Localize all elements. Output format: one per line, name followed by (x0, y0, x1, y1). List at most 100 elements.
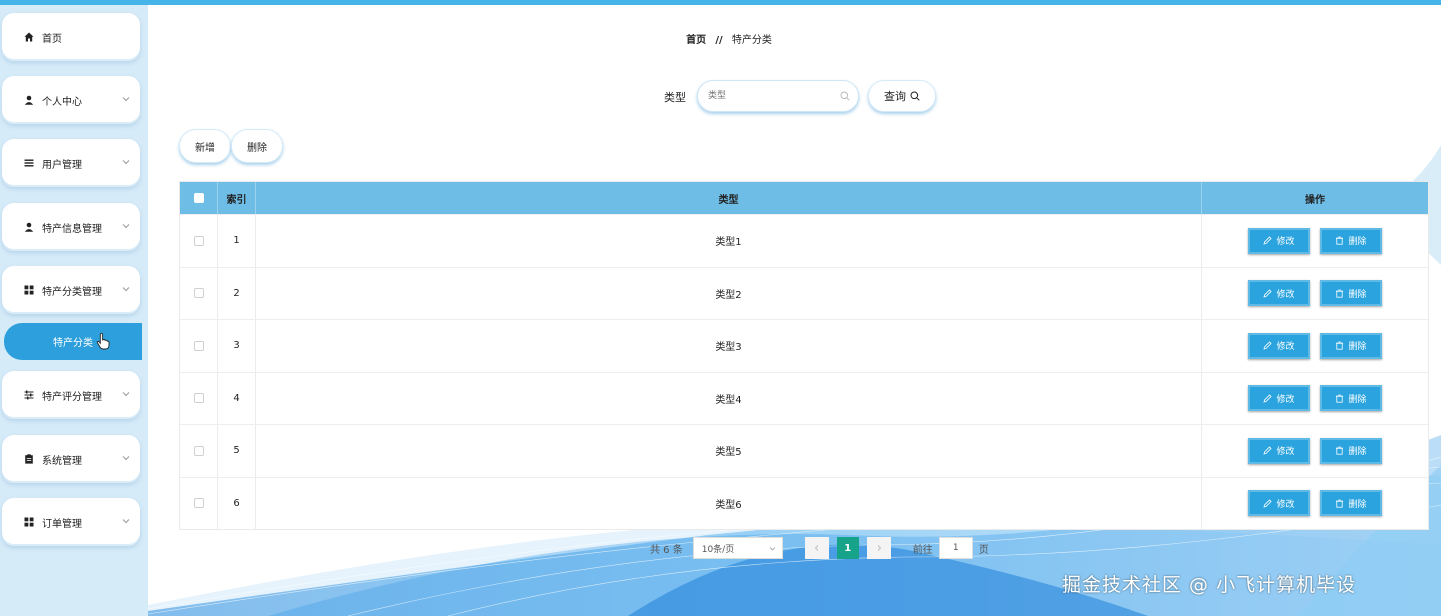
search-input-wrapper (697, 80, 859, 112)
row-checkbox-cell (180, 425, 218, 477)
watermark: 掘金技术社区 @ 小飞计算机毕设 (1062, 574, 1357, 596)
sidebar-item-specialty-category[interactable]: 特产分类管理 (2, 266, 140, 314)
chevron-down-icon (122, 224, 130, 229)
page-number-current[interactable]: 1 (836, 537, 859, 559)
edit-button[interactable]: 修改 (1248, 227, 1310, 254)
delete-button[interactable]: 删除 (1320, 490, 1382, 517)
query-button[interactable]: 查询 (868, 80, 936, 112)
edit-button[interactable]: 修改 (1248, 332, 1310, 359)
row-ops: 修改 删除 (1202, 320, 1428, 372)
header-checkbox-cell (180, 182, 218, 214)
chevron-down-icon (769, 547, 776, 551)
delete-button[interactable]: 删除 (1320, 280, 1382, 307)
delete-button[interactable]: 删除 (1320, 227, 1382, 254)
row-checkbox-cell (180, 372, 218, 424)
row-ops: 修改 删除 (1202, 478, 1428, 530)
header-type: 类型 (256, 182, 1202, 214)
edit-button[interactable]: 修改 (1248, 385, 1310, 412)
table-header: 索引 类型 操作 (180, 182, 1428, 214)
page-size-select[interactable]: 10条/页 (692, 537, 783, 559)
delete-button-label: 删除 (1348, 237, 1367, 248)
chevron-left-icon (814, 545, 819, 551)
pagination-total: 共 6 条 (650, 544, 683, 556)
select-all-checkbox[interactable] (193, 193, 204, 203)
table-row: 6 类型6 修改 删除 (180, 476, 1428, 530)
row-checkbox[interactable] (193, 393, 204, 404)
edit-icon (1263, 236, 1273, 245)
sidebar-item-label: 特产信息管理 (42, 223, 102, 235)
list-icon (22, 156, 36, 170)
chevron-down-icon (122, 97, 130, 102)
row-index: 5 (218, 425, 256, 477)
row-checkbox-cell (180, 215, 218, 267)
row-type: 类型2 (256, 267, 1202, 319)
clipboard-icon (22, 452, 36, 466)
edit-button-label: 修改 (1276, 394, 1295, 405)
edit-button-label: 修改 (1276, 342, 1295, 353)
row-checkbox[interactable] (193, 288, 204, 299)
batch-delete-button-label: 删除 (247, 142, 267, 154)
row-type: 类型6 (256, 477, 1202, 529)
home-icon (22, 30, 36, 44)
page-size-value: 10条/页 (701, 544, 735, 555)
edit-icon (1263, 394, 1273, 403)
header-ops: 操作 (1305, 194, 1325, 206)
grid-icon (22, 515, 36, 529)
add-button[interactable]: 新增 (179, 129, 231, 163)
trash-icon (1336, 341, 1344, 350)
row-ops: 修改 删除 (1202, 425, 1428, 477)
sidebar-item-label: 特产评分管理 (42, 391, 102, 403)
main-content: 首页 // 特产分类 类型 查询 新增 删除 索引 类型 操作 1 类型1 修改… (148, 5, 1441, 616)
row-checkbox[interactable] (193, 340, 204, 351)
sidebar-item-system-management[interactable]: 系统管理 (2, 435, 140, 483)
delete-button-label: 删除 (1348, 394, 1367, 405)
sidebar-item-label: 个人中心 (42, 96, 82, 108)
row-checkbox[interactable] (193, 498, 204, 509)
row-index: 4 (218, 372, 256, 424)
edit-button-label: 修改 (1276, 499, 1295, 510)
row-type: 类型1 (256, 215, 1202, 267)
chevron-down-icon (122, 519, 130, 524)
row-index: 6 (218, 477, 256, 529)
table-row: 1 类型1 修改 删除 (180, 214, 1428, 267)
search-input[interactable] (708, 81, 838, 111)
goto-page-input[interactable] (938, 537, 973, 559)
row-type: 类型4 (256, 372, 1202, 424)
edit-button[interactable]: 修改 (1248, 490, 1310, 517)
chevron-down-icon (122, 160, 130, 165)
sidebar-item-specialty-rating[interactable]: 特产评分管理 (2, 371, 140, 419)
sidebar-item-user-management[interactable]: 用户管理 (2, 139, 140, 187)
search-label: 类型 (664, 91, 686, 104)
row-type: 类型5 (256, 425, 1202, 477)
chevron-down-icon (122, 392, 130, 397)
grid-icon (22, 283, 36, 297)
sidebar-item-home[interactable]: 首页 (2, 13, 140, 61)
edit-icon (1263, 499, 1273, 508)
goto-label: 前往 (912, 544, 933, 556)
sidebar-item-label: 系统管理 (42, 455, 82, 467)
row-index: 3 (218, 320, 256, 372)
edit-icon (1263, 341, 1273, 350)
delete-button-label: 删除 (1348, 499, 1367, 510)
row-checkbox[interactable] (193, 235, 204, 246)
prev-page-button[interactable] (804, 537, 829, 559)
trash-icon (1336, 394, 1344, 403)
chevron-right-icon (877, 545, 881, 551)
sidebar: 首页 个人中心 用户管理 特产信息管理 特产分类管理 特产分类 特产评分管理 系… (0, 5, 148, 616)
edit-button[interactable]: 修改 (1248, 437, 1310, 464)
edit-button[interactable]: 修改 (1248, 280, 1310, 307)
breadcrumb-home[interactable]: 首页 (686, 35, 706, 46)
sidebar-item-label: 订单管理 (42, 518, 82, 530)
batch-delete-button[interactable]: 删除 (231, 129, 283, 163)
sidebar-item-order-management[interactable]: 订单管理 (2, 498, 140, 546)
delete-button[interactable]: 删除 (1320, 385, 1382, 412)
sidebar-item-personal-center[interactable]: 个人中心 (2, 76, 140, 124)
sidebar-subitem-specialty-category[interactable]: 特产分类 (4, 323, 142, 360)
delete-button[interactable]: 删除 (1320, 437, 1382, 464)
edit-icon (1263, 446, 1273, 455)
trash-icon (1336, 499, 1344, 508)
sidebar-item-specialty-info[interactable]: 特产信息管理 (2, 203, 140, 251)
next-page-button[interactable] (866, 537, 891, 559)
delete-button[interactable]: 删除 (1320, 332, 1382, 359)
row-checkbox[interactable] (193, 445, 204, 456)
